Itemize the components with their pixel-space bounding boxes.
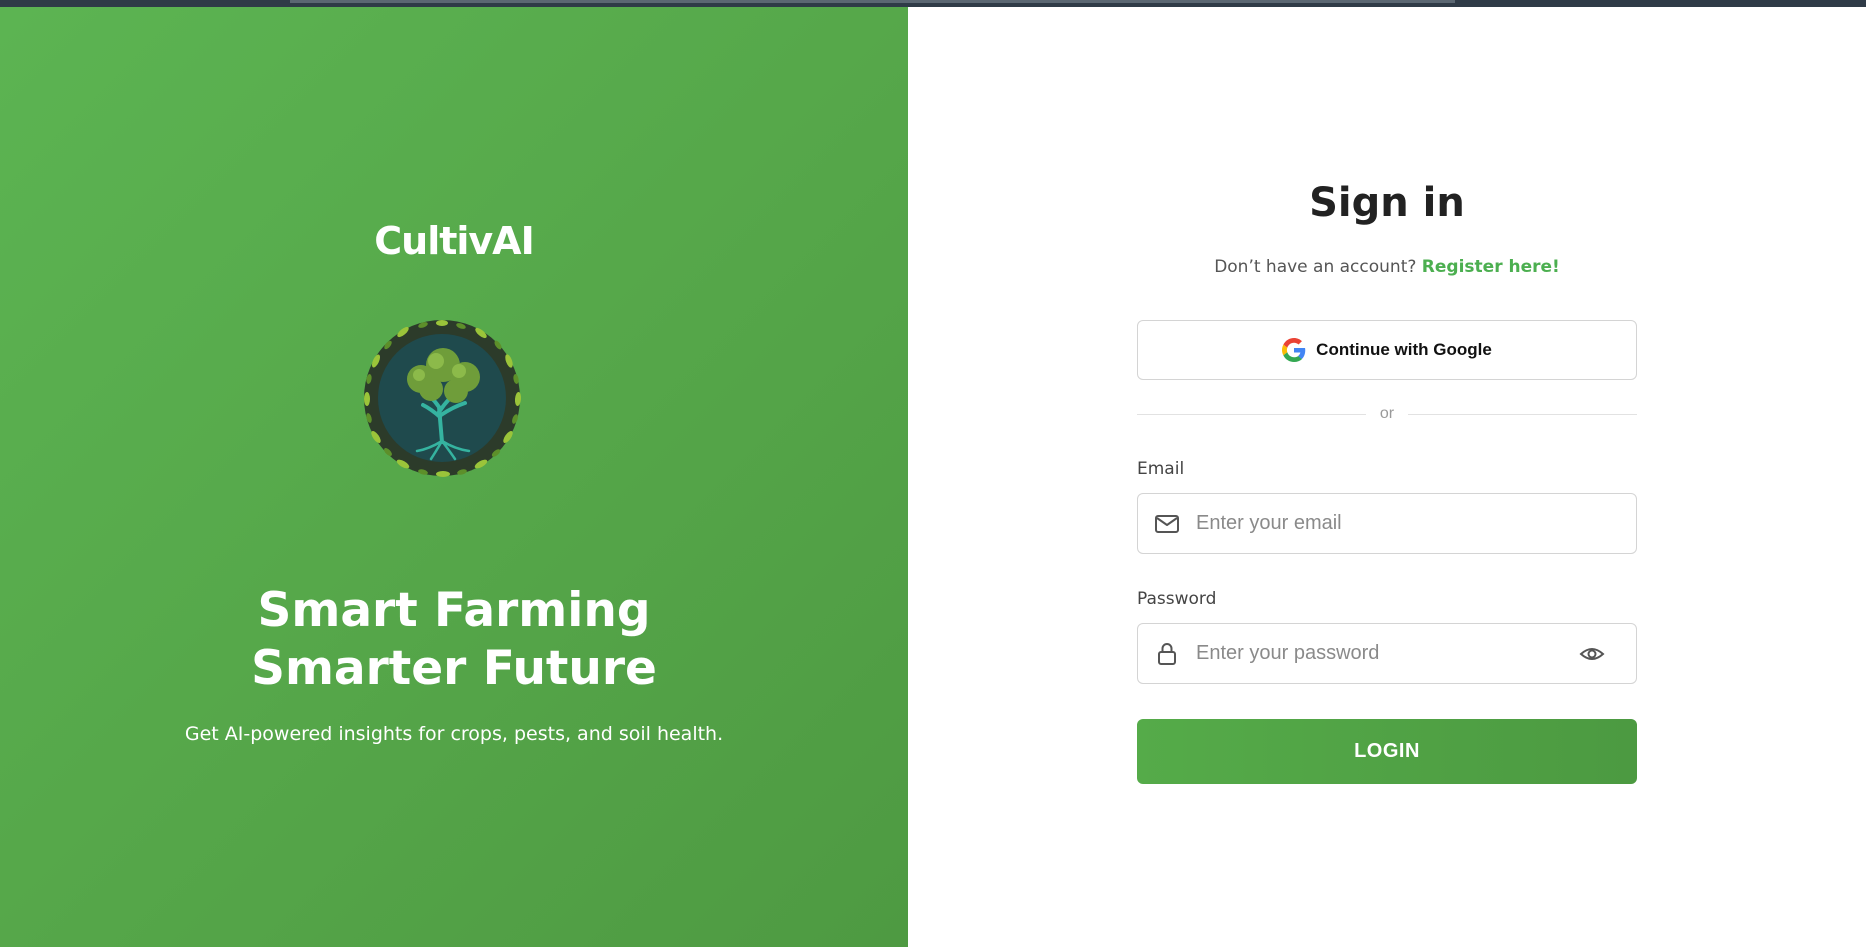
password-field[interactable] <box>1194 632 1578 675</box>
divider-line-left <box>1137 413 1366 415</box>
email-field[interactable] <box>1194 502 1636 545</box>
divider-text: or <box>1379 405 1395 422</box>
top-scroll-thumb <box>290 0 1455 3</box>
browser-top-strip <box>0 0 1866 7</box>
password-label: Password <box>1137 589 1217 609</box>
google-logo-icon <box>1282 338 1306 362</box>
divider-line-right <box>1408 413 1638 415</box>
signin-panel: Sign in Don’t have an account? Register … <box>908 7 1866 947</box>
email-label: Email <box>1137 459 1185 479</box>
google-signin-button[interactable]: Continue with Google <box>1137 320 1637 380</box>
hero-tagline: Get AI-powered insights for crops, pests… <box>184 723 724 745</box>
hero-panel: CultivAI Smart Farming Smarter Future Ge… <box>0 7 908 947</box>
register-link[interactable]: Register here! <box>1422 257 1560 277</box>
mail-icon <box>1154 511 1180 537</box>
hero-headline: Smart Farming Smarter Future <box>0 582 908 698</box>
brand-name: CultivAI <box>374 219 534 263</box>
tree-emblem-icon <box>364 320 522 477</box>
eye-icon[interactable] <box>1578 640 1606 668</box>
page-title: Sign in <box>1309 180 1465 226</box>
password-input-box[interactable] <box>1137 623 1637 684</box>
no-account-text: Don’t have an account? <box>1214 257 1417 277</box>
headline-line-2: Smarter Future <box>251 641 657 696</box>
headline-line-1: Smart Farming <box>257 583 651 638</box>
or-divider: or <box>1137 405 1638 423</box>
email-input-box[interactable] <box>1137 493 1637 554</box>
lock-icon <box>1154 641 1180 667</box>
google-button-label: Continue with Google <box>1316 340 1492 359</box>
login-button[interactable]: LOGIN <box>1137 719 1637 784</box>
register-prompt: Don’t have an account? Register here! <box>1137 257 1637 277</box>
